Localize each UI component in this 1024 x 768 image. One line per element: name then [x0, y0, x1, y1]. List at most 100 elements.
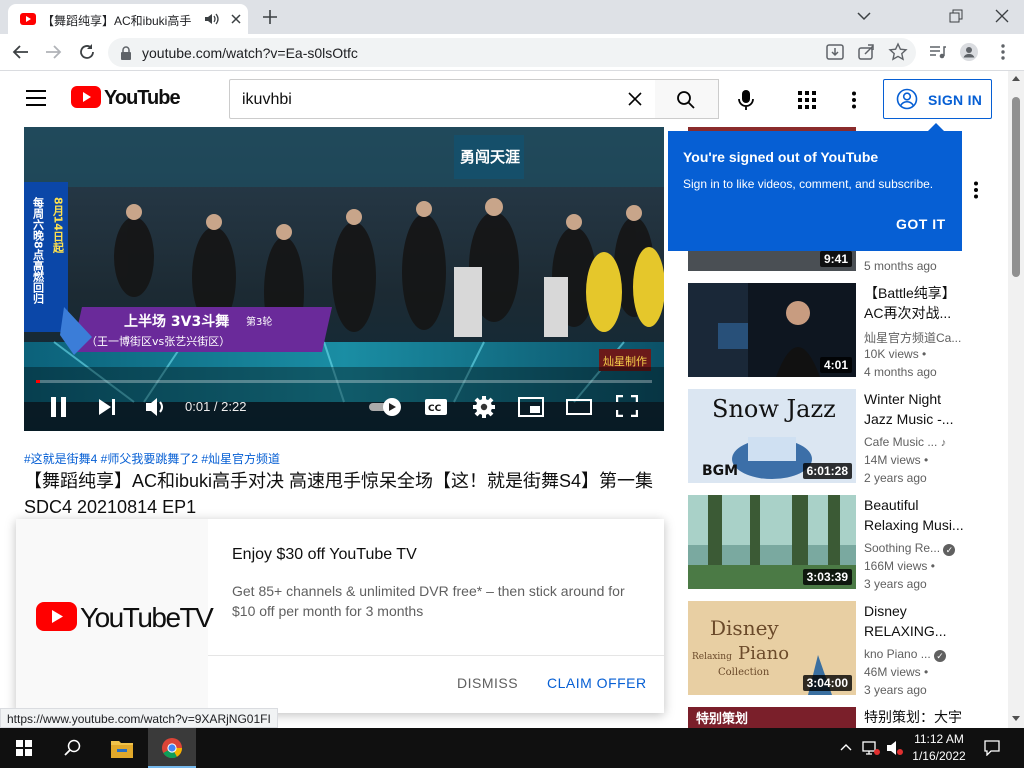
scroll-up-arrow-icon[interactable]: [1012, 75, 1020, 81]
video-title[interactable]: Disney RELAXING...: [864, 601, 966, 641]
video-hashtags[interactable]: #这就是街舞4 #师父我要跳舞了2 #灿星官方频道: [24, 450, 280, 467]
youtube-play-logo-icon: [71, 86, 101, 108]
network-icon[interactable]: [862, 740, 880, 756]
youtube-logo-text: YouTube: [104, 87, 181, 109]
video-player[interactable]: 勇闯天涯 每周六晚8点高燃回归 8月14日起 上半场 3V3斗舞 第3轮 （王一…: [24, 127, 664, 431]
search-input[interactable]: ikuvhbi: [229, 79, 656, 119]
video-thumbnail[interactable]: 3:03:39: [688, 495, 856, 589]
youtube-tv-logo: YouTubeTV: [16, 519, 214, 713]
segment-round-text: 第3轮: [246, 315, 272, 328]
scrollbar-thumb[interactable]: [1012, 97, 1020, 277]
share-icon[interactable]: [855, 41, 877, 63]
channel-name[interactable]: Soothing Re... ✓: [864, 541, 956, 556]
side-banner-text: 每周六晚8点高燃回归: [32, 196, 46, 305]
lock-icon[interactable]: [120, 46, 132, 60]
youtube-logo[interactable]: YouTube: [71, 86, 181, 109]
side-date-text: 8月14日起: [52, 197, 66, 254]
install-icon[interactable]: [824, 41, 846, 63]
file-explorer-icon: [111, 741, 133, 758]
window-restore-icon[interactable]: [944, 4, 968, 28]
search-button[interactable]: [655, 79, 719, 119]
claim-offer-button[interactable]: CLAIM OFFER: [547, 675, 647, 691]
list-item[interactable]: Snow Jazz BGM 6:01:28 Winter Night Jazz M…: [688, 389, 968, 485]
tooltip-arrow: [928, 123, 944, 131]
duration-badge: 3:03:39: [802, 569, 852, 585]
browser-toolbar: youtube.com/watch?v=Ea-s0lsOtfc: [0, 34, 1024, 71]
list-item[interactable]: Disney Relaxing Piano Collection 3:04:00 Di…: [688, 601, 968, 697]
url-text: youtube.com/watch?v=Ea-s0lsOtfc: [142, 45, 358, 61]
chrome-taskbar-button[interactable]: [148, 728, 196, 768]
pause-icon[interactable]: [50, 397, 68, 417]
video-thumbnail[interactable]: 特别策划: [688, 707, 856, 728]
hamburger-icon[interactable]: [26, 90, 46, 106]
video-thumbnail[interactable]: Snow Jazz BGM 6:01:28: [688, 389, 856, 483]
volume-icon[interactable]: [145, 397, 167, 417]
window-close-icon[interactable]: [990, 4, 1014, 28]
audio-playing-icon[interactable]: [204, 12, 220, 26]
video-title[interactable]: Winter Night Jazz Music -...: [864, 389, 966, 429]
dismiss-button[interactable]: DISMISS: [457, 675, 518, 691]
tooltip-body: Sign in to like videos, comment, and sub…: [683, 177, 934, 191]
music-note-icon: ♪: [940, 437, 947, 449]
notifications-icon[interactable]: [984, 740, 1000, 756]
media-icon[interactable]: [926, 41, 948, 63]
page-scrollbar[interactable]: [1008, 71, 1024, 728]
video-thumbnail[interactable]: Disney Relaxing Piano Collection 3:04:00: [688, 601, 856, 695]
sign-in-button[interactable]: SIGN IN: [883, 79, 992, 119]
start-button[interactable]: [0, 728, 48, 768]
channel-name[interactable]: Cafe Music ... ♪: [864, 435, 946, 449]
fullscreen-icon[interactable]: [616, 395, 638, 417]
duration-badge: 3:04:00: [802, 675, 852, 691]
promo-heading: Enjoy $30 off YouTube TV: [232, 546, 417, 563]
duration-badge: 4:01: [819, 357, 852, 373]
clear-icon[interactable]: [627, 91, 643, 107]
browser-kebab-icon[interactable]: [992, 41, 1014, 63]
list-item[interactable]: 4:01 【Battle纯享】AC再次对战... 灿星官方频道Ca... 10K…: [688, 283, 968, 379]
got-it-button[interactable]: GOT IT: [896, 216, 946, 232]
browser-tabstrip: 【舞蹈纯享】AC和ibuki高手对: [0, 0, 1024, 34]
taskbar-search-icon: [64, 739, 81, 756]
video-menu-kebab-icon[interactable]: [972, 181, 980, 199]
cc-icon[interactable]: CC: [424, 397, 448, 417]
status-bar-url: https://www.youtube.com/watch?v=9XARjNG0…: [0, 708, 278, 728]
forward-icon[interactable]: [42, 41, 64, 63]
volume-muted-icon[interactable]: [886, 740, 904, 756]
settings-kebab-icon[interactable]: [850, 91, 858, 109]
file-explorer-button[interactable]: [98, 728, 146, 768]
star-icon[interactable]: [887, 41, 909, 63]
video-thumbnail[interactable]: 4:01: [688, 283, 856, 377]
theater-mode-icon[interactable]: [566, 399, 592, 415]
channel-name[interactable]: 灿星官方频道Ca...: [864, 329, 961, 346]
chrome-icon: [162, 738, 183, 759]
miniplayer-icon[interactable]: [518, 397, 544, 417]
tab-search-chevron-icon[interactable]: [852, 4, 876, 28]
tray-date[interactable]: 1/16/2022: [908, 749, 970, 763]
video-title[interactable]: 【Battle纯享】AC再次对战...: [864, 283, 966, 323]
back-icon[interactable]: [10, 41, 32, 63]
autoplay-toggle-icon[interactable]: [368, 397, 402, 417]
youtube-favicon-icon: [20, 13, 36, 25]
next-icon[interactable]: [98, 399, 118, 415]
tab-close-icon[interactable]: [228, 11, 244, 27]
scroll-down-arrow-icon[interactable]: [1012, 716, 1020, 722]
channel-name[interactable]: kno Piano ... ✓: [864, 647, 947, 662]
reload-icon[interactable]: [76, 41, 98, 63]
video-frame: 勇闯天涯 每周六晚8点高燃回归 8月14日起 上半场 3V3斗舞 第3轮 （王一…: [24, 127, 664, 431]
video-title[interactable]: Beautiful Relaxing Musi...: [864, 495, 966, 535]
show-hidden-icons-chevron-icon[interactable]: [840, 743, 852, 751]
address-bar[interactable]: youtube.com/watch?v=Ea-s0lsOtfc: [108, 38, 916, 67]
video-title[interactable]: 特别策划：大宇: [864, 707, 966, 727]
profile-icon[interactable]: [958, 41, 980, 63]
taskbar-search-button[interactable]: [48, 728, 96, 768]
tray-time[interactable]: 11:12 AM: [908, 732, 970, 746]
apps-icon[interactable]: [798, 91, 816, 109]
list-item[interactable]: 3:03:39 Beautiful Relaxing Musi... Sooth…: [688, 495, 968, 591]
mic-icon[interactable]: [736, 89, 756, 111]
video-title: 【舞蹈纯享】AC和ibuki高手对决 高速甩手惊呆全场【这！就是街舞S4】第一集…: [24, 471, 654, 517]
new-tab-icon[interactable]: [260, 7, 280, 27]
browser-tab[interactable]: 【舞蹈纯享】AC和ibuki高手对: [8, 4, 248, 34]
settings-icon[interactable]: [472, 395, 496, 419]
list-item[interactable]: 特别策划 特别策划：大宇: [688, 707, 968, 728]
progress-bar[interactable]: [36, 380, 652, 383]
thumbnail-image: 特别策划: [688, 707, 856, 728]
